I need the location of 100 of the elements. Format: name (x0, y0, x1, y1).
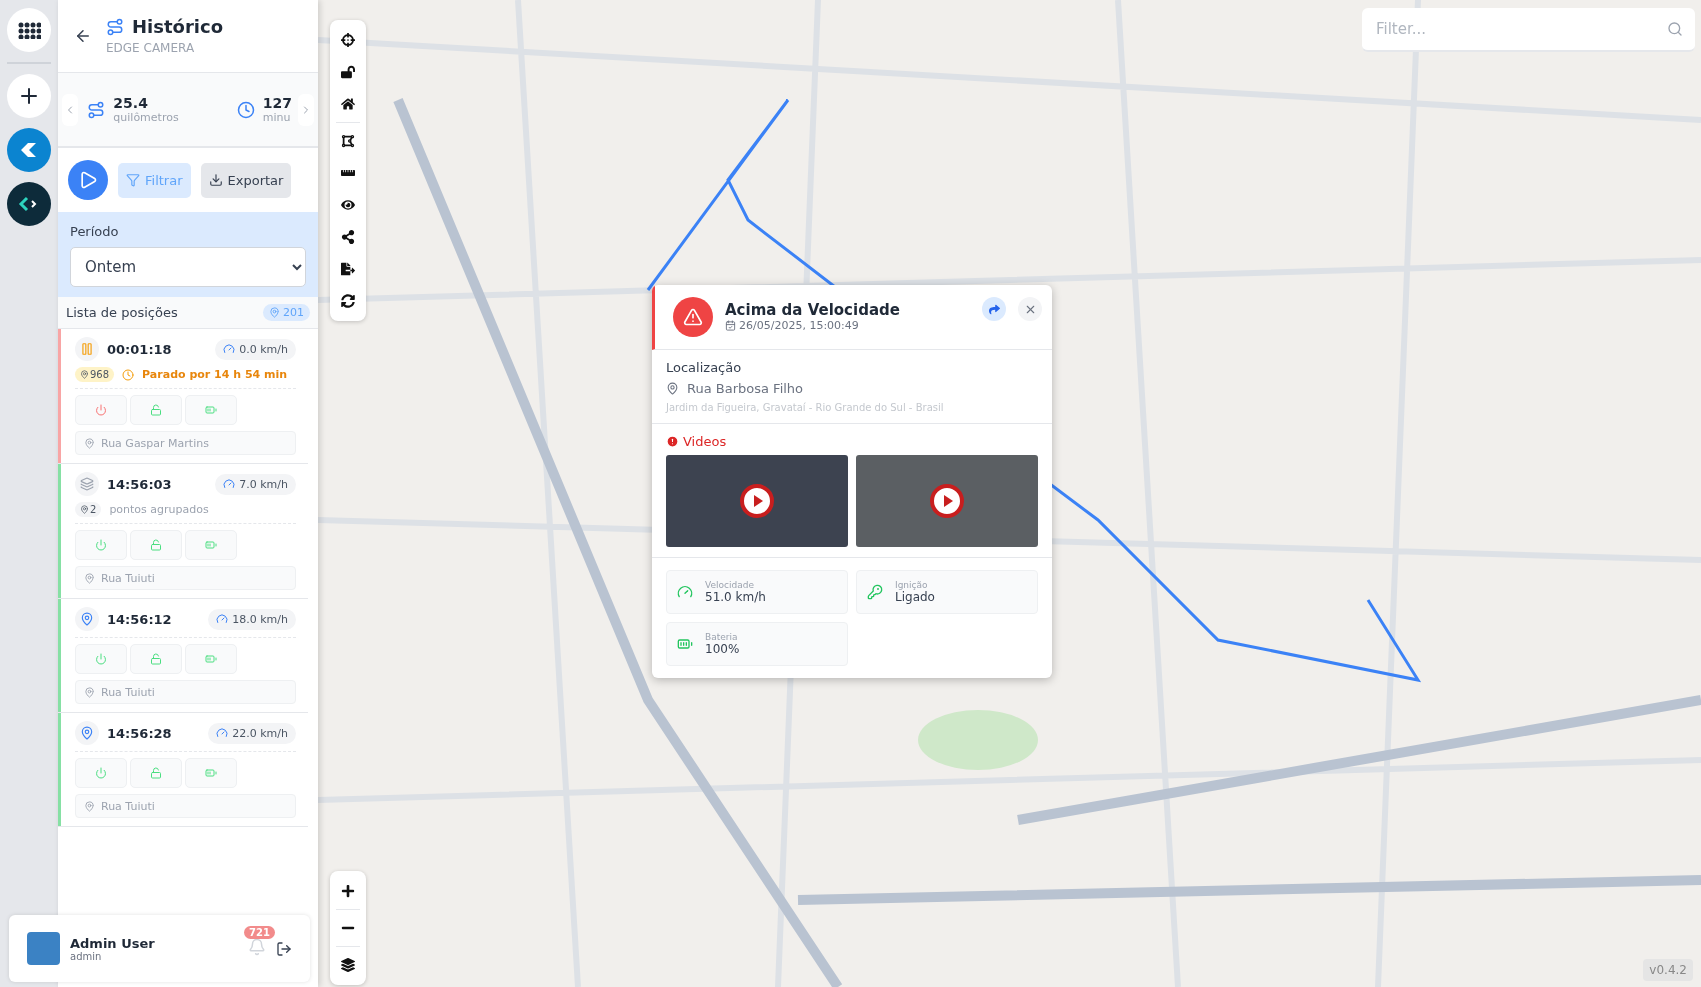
play-icon (740, 484, 774, 518)
clock-icon (122, 368, 135, 381)
alert-icon (666, 435, 679, 448)
calendar-icon (725, 320, 736, 331)
route-icon (106, 17, 124, 36)
alert-title: Acima da Velocidade (725, 301, 901, 319)
home-icon (341, 97, 355, 111)
alert-datetime: 26/05/2025, 15:00:49 (739, 319, 859, 332)
position-item[interactable]: 14:56:28 22.0 km/h Rua Tuiuti (61, 713, 308, 826)
status-note: pontos agrupados (109, 503, 209, 516)
unlock-icon (150, 767, 162, 779)
stat-value: 127 (262, 95, 292, 111)
clock-icon (236, 100, 255, 119)
user-name: Admin User (70, 935, 155, 951)
info-label: Bateria (705, 632, 739, 642)
battery-icon (205, 404, 217, 416)
filter-icon (126, 173, 140, 187)
route-icon (87, 100, 106, 119)
battery-icon (205, 539, 217, 551)
speed-pill: 7.0 km/h (215, 473, 296, 495)
refresh-icon (341, 294, 355, 308)
map-pin-icon (80, 612, 94, 626)
play-icon (930, 484, 964, 518)
apps-button[interactable] (7, 8, 51, 52)
close-button[interactable] (1018, 297, 1042, 321)
position-time: 14:56:03 (107, 476, 173, 492)
layers-icon (80, 477, 94, 491)
key-icon (867, 584, 883, 600)
position-count: 201 (263, 304, 310, 321)
warning-icon (673, 297, 713, 337)
play-button[interactable] (68, 160, 108, 200)
map-pin-icon (80, 726, 94, 740)
map-pin-icon (84, 572, 95, 584)
avatar-photo-placeholder (27, 932, 60, 965)
eye-icon (341, 198, 355, 212)
plus-icon (341, 884, 355, 898)
section-title: Localização (666, 360, 743, 375)
search-icon (1667, 21, 1683, 37)
battery-icon (205, 767, 217, 779)
position-item[interactable]: 14:56:12 18.0 km/h Rua Tuiuti (61, 599, 308, 712)
app-logo-button[interactable] (7, 128, 51, 172)
export-button[interactable]: Exportar (200, 162, 292, 198)
position-time: 14:56:28 (107, 725, 173, 741)
code-logo-button[interactable] (7, 182, 51, 226)
gauge-icon (223, 478, 236, 490)
info-label: Ignição (895, 580, 929, 590)
battery-icon (205, 653, 217, 665)
video-thumbnail[interactable] (666, 455, 848, 547)
status-note: Parado por 14 h 54 min (142, 368, 288, 381)
info-value: Ligado (895, 590, 935, 604)
stat-unit: minu (262, 111, 292, 124)
battery-icon (677, 636, 693, 652)
share-arrow-icon (988, 303, 1000, 315)
gauge-icon (223, 343, 236, 355)
info-value: 51.0 km/h (705, 590, 766, 604)
stat-value: 25.4 (113, 95, 149, 111)
device-name: EDGE CAMERA (106, 41, 195, 55)
street-name: Rua Barbosa Filho (687, 381, 804, 396)
download-icon (208, 173, 223, 187)
page-title: Histórico (132, 16, 223, 37)
file-export-icon (341, 262, 355, 276)
gauge-icon (216, 727, 229, 739)
unlock-icon (341, 65, 355, 79)
layers-icon (341, 958, 355, 972)
map-pin-icon (269, 307, 280, 318)
period-label: Período (70, 224, 120, 239)
address-field: Rua Gaspar Martins (75, 431, 296, 455)
address-field: Rua Tuiuti (75, 680, 296, 704)
polygon-icon (341, 134, 355, 148)
speed-pill: 18.0 km/h (208, 608, 296, 630)
unlock-icon (150, 539, 162, 551)
crosshair-icon (341, 33, 355, 47)
list-title: Lista de posições (66, 305, 178, 320)
play-icon (78, 170, 98, 190)
period-select[interactable]: Ontem (70, 247, 306, 287)
map-pin-icon (80, 370, 89, 379)
videos-title: Videos (683, 434, 727, 449)
address-field: Rua Tuiuti (75, 794, 296, 818)
filter-field[interactable]: Filter... (1362, 8, 1695, 52)
apps-grid-icon (17, 21, 41, 39)
map-pin-icon (666, 382, 679, 395)
unlock-icon (150, 653, 162, 665)
position-item[interactable]: 14:56:03 7.0 km/h 2 pontos agrupados Rua Tuiuti (61, 464, 308, 598)
video-thumbnail[interactable] (856, 455, 1038, 547)
gauge-icon (677, 584, 693, 600)
map-pin-icon (80, 505, 89, 514)
add-button[interactable] (7, 74, 51, 118)
share-icon (341, 230, 355, 244)
position-time: 00:01:18 (107, 341, 173, 357)
speed-pill: 22.0 km/h (208, 722, 296, 744)
point-count-badge: 968 (75, 367, 115, 382)
logout-icon[interactable] (276, 940, 292, 957)
map-pin-icon (84, 800, 95, 812)
speed-pill: 0.0 km/h (215, 338, 296, 360)
address-field: Rua Tuiuti (75, 566, 296, 590)
notification-badge: 721 (244, 925, 275, 939)
map-pin-icon (84, 437, 95, 449)
version-badge: v0.4.2 (1643, 959, 1693, 981)
point-count-badge: 2 (75, 502, 102, 517)
position-time: 14:56:12 (107, 611, 173, 627)
